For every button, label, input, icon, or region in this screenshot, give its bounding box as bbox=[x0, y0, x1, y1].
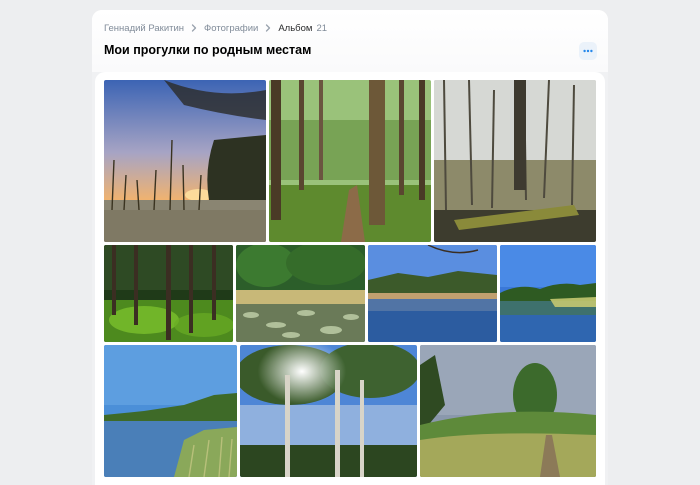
photo-lake-reflection[interactable] bbox=[500, 245, 596, 342]
photo-swamp-forest[interactable] bbox=[434, 80, 596, 242]
photo-pine-forest[interactable] bbox=[104, 245, 233, 342]
more-horizontal-icon bbox=[583, 49, 593, 53]
breadcrumb-owner-link[interactable]: Геннадий Ракитин bbox=[104, 23, 184, 34]
photo-grid-container bbox=[92, 72, 608, 485]
photo-lily-pond[interactable] bbox=[236, 245, 365, 342]
breadcrumb: Геннадий Ракитин Фотографии Альбом 21 bbox=[104, 21, 327, 35]
chevron-right-icon bbox=[263, 23, 273, 33]
more-options-button[interactable] bbox=[579, 42, 597, 60]
photo-birches-sun[interactable] bbox=[240, 345, 417, 477]
album-title: Мои прогулки по родным местам bbox=[104, 43, 312, 57]
photo-grid bbox=[95, 72, 605, 485]
breadcrumb-current: Альбом bbox=[278, 22, 313, 34]
photo-forest-path[interactable] bbox=[269, 80, 431, 242]
breadcrumb-photos-link[interactable]: Фотографии bbox=[204, 23, 258, 34]
photo-lake-shore[interactable] bbox=[104, 345, 237, 477]
photo-lake-treeline[interactable] bbox=[368, 245, 497, 342]
photo-reeds-sunset[interactable] bbox=[104, 80, 266, 242]
photo-count: 21 bbox=[316, 22, 328, 34]
album-card: Геннадий Ракитин Фотографии Альбом 21 Мо… bbox=[92, 10, 608, 485]
album-header: Геннадий Ракитин Фотографии Альбом 21 Мо… bbox=[92, 10, 608, 72]
photo-meadow-path[interactable] bbox=[420, 345, 596, 477]
chevron-right-icon bbox=[189, 23, 199, 33]
